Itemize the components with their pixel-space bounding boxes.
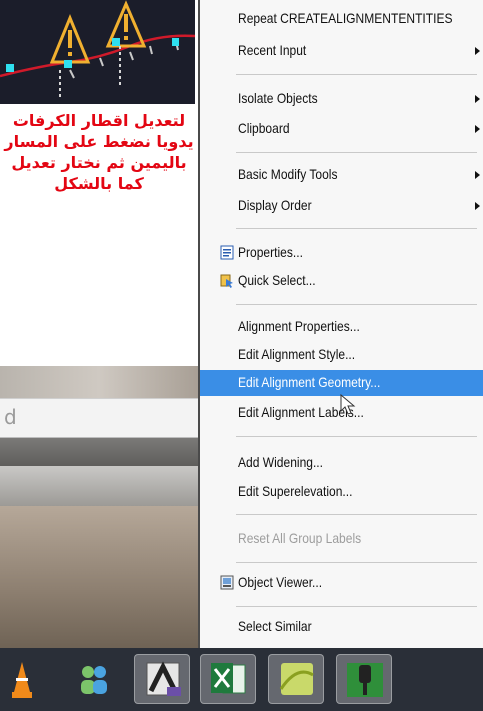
menu-item-label: Recent Input <box>238 42 307 58</box>
menu-item-object-viewer[interactable]: Object Viewer... <box>200 570 483 596</box>
people-icon <box>81 666 107 694</box>
annotation-line: لتعديل اقطار الكرفات <box>12 111 186 130</box>
menu-item-select-similar[interactable]: Select Similar <box>200 614 483 640</box>
menu-item-clipboard[interactable]: Clipboard <box>200 116 483 142</box>
menu-separator <box>236 606 477 607</box>
menu-item-label: Properties... <box>238 244 303 260</box>
taskbar-autocad[interactable] <box>134 654 190 704</box>
menu-item-label: Reset All Group Labels <box>238 530 362 546</box>
menu-item-label: Edit Alignment Style... <box>238 346 356 362</box>
mouse-cursor-icon <box>340 394 356 415</box>
annotation-line: باليمين ثم نختار تعديل <box>11 153 187 172</box>
excel-icon <box>211 663 246 694</box>
submenu-arrow-icon <box>475 95 480 103</box>
gear-app-icon <box>347 663 383 697</box>
menu-item-label: Quick Select... <box>238 272 316 288</box>
menu-item-edit-alignment-geometry[interactable]: Edit Alignment Geometry... <box>200 370 483 396</box>
menu-item-label: Clipboard <box>238 120 290 136</box>
menu-item-repeat[interactable]: Repeat CREATEALIGNMENTENTITIES <box>200 6 483 32</box>
menu-item-label: Isolate Objects <box>238 90 318 106</box>
taskbar-gear-app[interactable] <box>336 654 392 704</box>
menu-item-add-widening[interactable]: Add Widening... <box>200 450 483 476</box>
background-input[interactable]: d <box>0 398 198 438</box>
menu-separator <box>236 74 477 75</box>
menu-item-edit-superelevation[interactable]: Edit Superelevation... <box>200 479 483 505</box>
annotation-line: يدويا نضغط على المسار <box>4 132 194 151</box>
background-input-text: d <box>4 405 17 429</box>
warning-icon <box>49 14 91 64</box>
annotation-text: لتعديل اقطار الكرفات يدويا نضغط على المس… <box>2 110 196 194</box>
generic-app-icon <box>279 663 314 695</box>
submenu-arrow-icon <box>475 125 480 133</box>
object-viewer-icon <box>220 575 234 590</box>
taskbar-excel[interactable] <box>200 654 256 704</box>
menu-item-reset-all-group-labels: Reset All Group Labels <box>200 526 483 552</box>
menu-item-label: Object Viewer... <box>238 574 323 590</box>
quick-select-icon <box>220 274 233 288</box>
annotation-line: كما بالشكل <box>54 174 144 193</box>
menu-separator <box>236 514 477 515</box>
menu-separator <box>236 152 477 153</box>
taskbar <box>0 648 483 711</box>
submenu-arrow-icon <box>475 47 480 55</box>
menu-separator <box>236 304 477 305</box>
menu-item-label: Repeat CREATEALIGNMENTENTITIES <box>238 10 453 26</box>
annotation-panel: لتعديل اقطار الكرفات يدويا نضغط على المس… <box>0 104 198 366</box>
menu-item-edit-alignment-style[interactable]: Edit Alignment Style... <box>200 342 483 368</box>
menu-item-properties[interactable]: Properties... <box>200 240 483 266</box>
taskbar-people[interactable] <box>66 654 122 704</box>
menu-item-label: Select Similar <box>238 618 312 634</box>
submenu-arrow-icon <box>475 202 480 210</box>
menu-separator <box>236 228 477 229</box>
taskbar-generic-app[interactable] <box>268 654 324 704</box>
menu-item-recent-input[interactable]: Recent Input <box>200 38 483 64</box>
submenu-arrow-icon <box>475 171 480 179</box>
menu-separator <box>236 562 477 563</box>
cad-viewport[interactable] <box>0 0 195 104</box>
vlc-icon <box>12 662 32 698</box>
menu-item-label: Display Order <box>238 197 312 213</box>
menu-item-label: Basic Modify Tools <box>238 166 338 182</box>
menu-item-alignment-properties[interactable]: Alignment Properties... <box>200 314 483 340</box>
menu-item-isolate-objects[interactable]: Isolate Objects <box>200 86 483 112</box>
taskbar-vlc[interactable] <box>4 654 60 704</box>
autocad-icon <box>146 661 181 696</box>
context-menu: Repeat CREATEALIGNMENTENTITIES Recent In… <box>198 0 483 648</box>
alignment-drawing <box>0 0 195 100</box>
background-window: d <box>0 366 198 648</box>
menu-item-display-order[interactable]: Display Order <box>200 193 483 219</box>
properties-icon <box>220 245 234 260</box>
menu-separator <box>236 436 477 437</box>
menu-item-label: Alignment Properties... <box>238 318 360 334</box>
menu-item-label: Edit Alignment Geometry... <box>238 374 381 390</box>
menu-item-label: Add Widening... <box>238 454 324 470</box>
menu-item-quick-select[interactable]: Quick Select... <box>200 268 483 294</box>
menu-item-basic-modify-tools[interactable]: Basic Modify Tools <box>200 162 483 188</box>
menu-item-label: Edit Superelevation... <box>238 483 353 499</box>
